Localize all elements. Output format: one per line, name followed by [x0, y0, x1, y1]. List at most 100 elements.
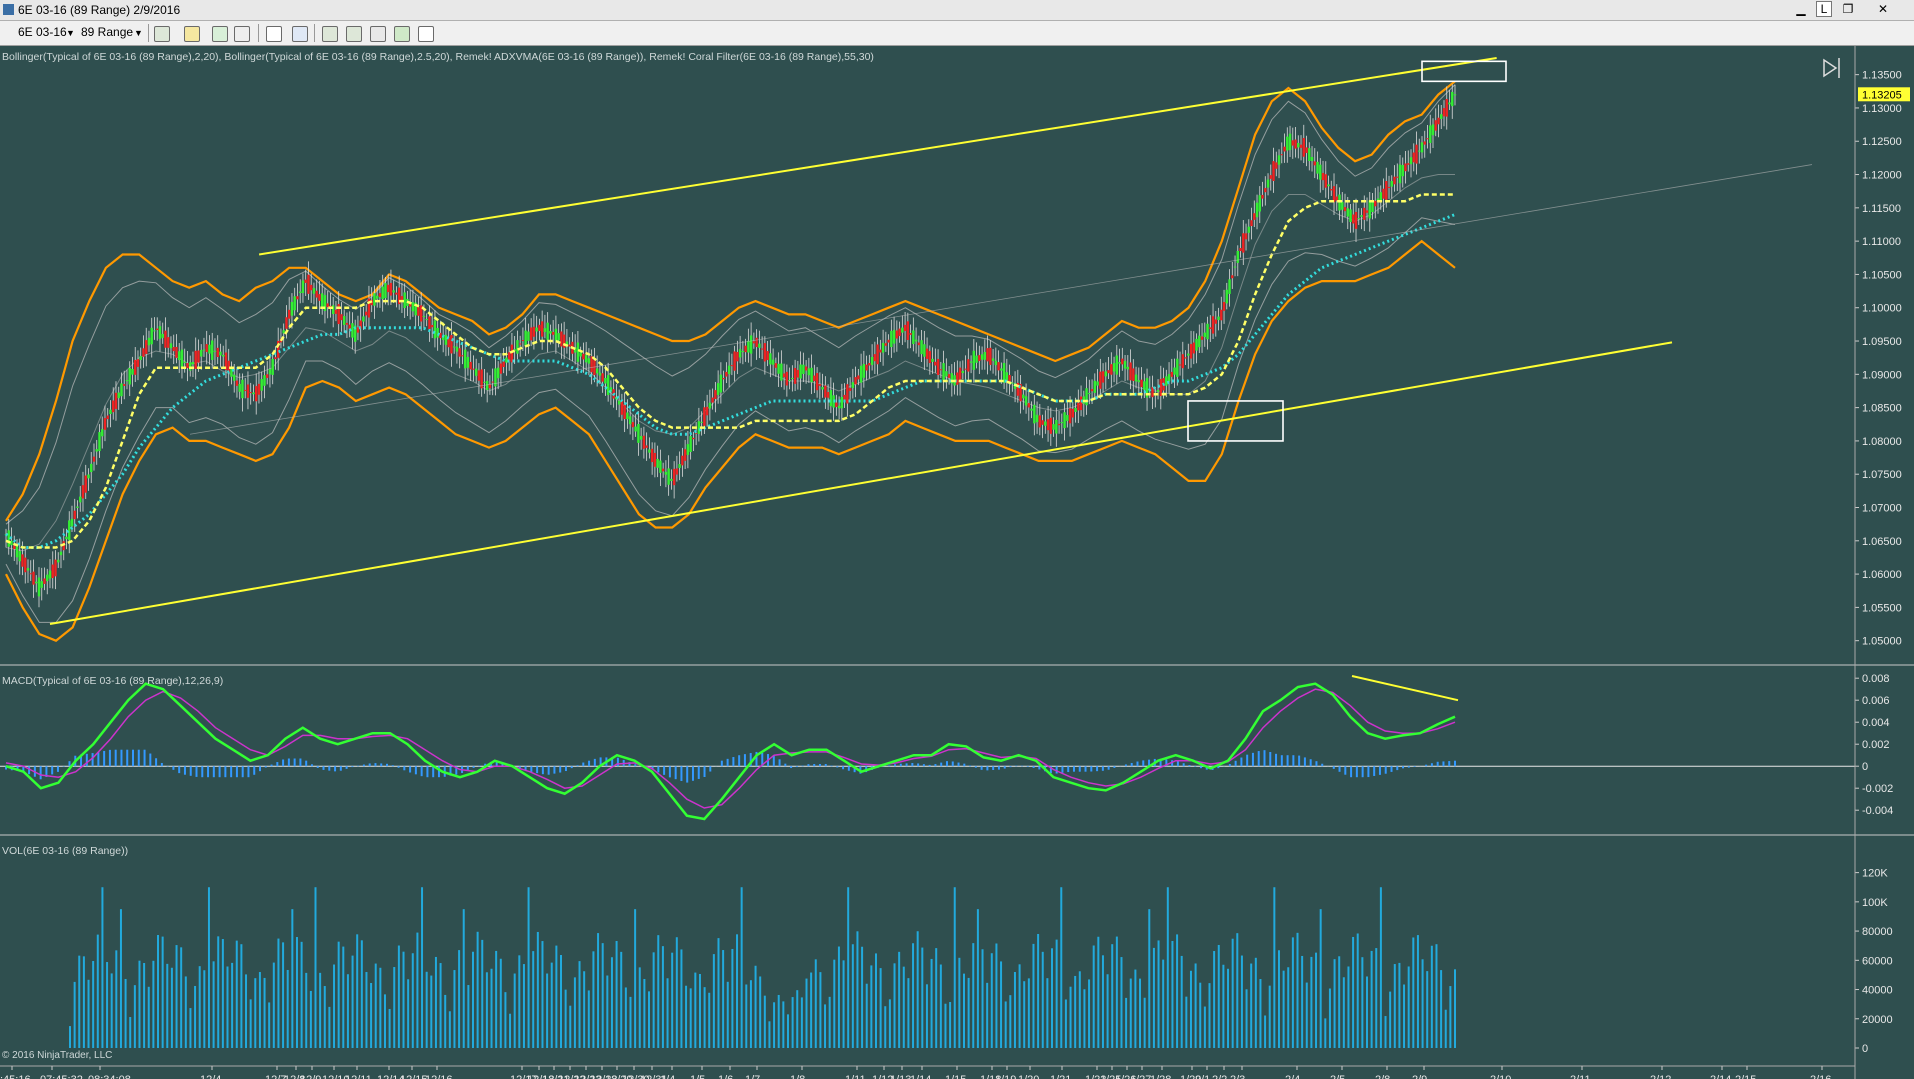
price-tick-label: 1.12000: [1862, 170, 1902, 182]
volume-bar: [430, 975, 433, 1048]
volume-bar: [944, 1003, 947, 1048]
volume-panel[interactable]: 120K 100K 80000 60000 40000 20000 0 VOL(6E 03-1…: [2, 845, 1893, 1061]
volume-bar: [411, 953, 414, 1048]
candle-body: [631, 422, 635, 428]
macd-histogram-bar: [374, 763, 377, 767]
macd-histogram-bar: [1188, 765, 1191, 767]
candle-body: [1434, 120, 1437, 131]
eraser-icon[interactable]: [234, 26, 250, 42]
chart-svg[interactable]: 1.13500 1.13000 1.12500 1.12000 1.11500 1.110…: [0, 46, 1914, 1079]
volume-bar: [726, 981, 729, 1048]
macd-histogram-bar: [1263, 750, 1266, 767]
macd-panel[interactable]: 0.008 0.006 0.004 0.002 0 -0.002 -0.004 MACD(Ty…: [0, 673, 1893, 821]
candle-body: [813, 375, 816, 382]
volume-bar: [73, 981, 76, 1048]
candle-body: [106, 415, 109, 420]
chart-area[interactable]: 1.13500 1.13000 1.12500 1.12000 1.11500 1.110…: [0, 46, 1914, 1079]
candle-body: [257, 383, 261, 395]
highlight-box-top: [1421, 60, 1507, 83]
indicators-icon[interactable]: [346, 26, 362, 42]
volume-bar: [828, 996, 831, 1048]
volume-bar: [870, 965, 873, 1048]
volume-bar: [407, 979, 410, 1048]
period-selector[interactable]: 89 Range: [81, 25, 133, 39]
price-panel[interactable]: 1.13500 1.13000 1.12500 1.12000 1.11500 1.110…: [2, 51, 1910, 648]
macd-histogram-bar: [743, 754, 746, 767]
volume-bar: [393, 967, 396, 1048]
candle-body: [568, 344, 571, 347]
volume-bar: [981, 949, 984, 1048]
candle-body: [1107, 370, 1110, 374]
candle-body: [656, 458, 659, 468]
volume-bar: [92, 961, 95, 1048]
volume-bar: [161, 936, 164, 1048]
candle-body: [961, 370, 965, 374]
candle-body: [1242, 233, 1245, 253]
properties-icon[interactable]: [322, 26, 338, 42]
macd-histogram-bar: [951, 761, 954, 767]
close-button[interactable]: ✕: [1870, 1, 1896, 18]
link-button[interactable]: L: [1816, 1, 1832, 17]
volume-bar: [1092, 945, 1095, 1048]
time-tick-label: 2/12: [1650, 1074, 1671, 1079]
candle-body: [1088, 393, 1091, 395]
drawing-tool-icon[interactable]: [184, 26, 200, 42]
pin-icon[interactable]: [212, 26, 228, 42]
macd-histogram-bar: [316, 766, 319, 768]
minimize-button[interactable]: ▁: [1788, 1, 1814, 18]
candle-body: [1338, 194, 1341, 211]
chevron-down-icon[interactable]: ▼: [66, 28, 75, 38]
macd-histogram-bar: [980, 766, 983, 770]
candle-body: [13, 545, 16, 550]
candle-body: [483, 381, 486, 383]
candle-body: [659, 460, 662, 473]
candle-body: [793, 368, 797, 384]
macd-histogram-bar: [899, 763, 902, 767]
macd-histogram-bar: [1303, 757, 1306, 767]
time-tick-label: 2/3: [1230, 1074, 1245, 1079]
candle-body: [1060, 422, 1064, 424]
bar-type-icon[interactable]: [154, 26, 170, 42]
candle-body: [392, 290, 395, 293]
candle-body: [1396, 176, 1399, 178]
template-icon[interactable]: [418, 26, 434, 42]
volume-bar: [1301, 955, 1304, 1048]
candle-body: [208, 344, 211, 354]
volume-bar: [972, 943, 975, 1048]
chevron-down-icon[interactable]: ▼: [134, 28, 143, 38]
macd-histogram-bar: [420, 766, 423, 777]
volume-bar: [485, 972, 488, 1048]
candle-body: [967, 359, 970, 372]
candle-body: [925, 348, 929, 359]
volume-bar: [935, 948, 938, 1048]
candle-body: [178, 351, 181, 361]
volume-bar: [1296, 932, 1299, 1048]
instrument-selector[interactable]: 6E 03-16: [18, 25, 67, 39]
crosshair-icon[interactable]: [266, 26, 282, 42]
candle-body: [1195, 338, 1198, 351]
volume-bar: [1426, 971, 1429, 1048]
volume-bar: [1120, 957, 1123, 1048]
candle-body: [123, 384, 126, 386]
candle-body: [139, 356, 142, 361]
candle-body: [1187, 353, 1190, 356]
restore-button[interactable]: ❐: [1835, 1, 1861, 18]
volume-bar: [958, 957, 961, 1048]
time-tick-label: 1/7: [745, 1074, 760, 1079]
volume-bar: [930, 958, 933, 1048]
candle-body: [923, 344, 926, 357]
volume-bar: [712, 954, 715, 1048]
volume-bar: [1051, 948, 1054, 1048]
zoom-icon[interactable]: [292, 26, 308, 42]
time-tick-label: 2/10: [1490, 1074, 1511, 1079]
strategies-icon[interactable]: [370, 26, 386, 42]
volume-bar: [96, 934, 99, 1048]
volume-bar: [356, 934, 359, 1048]
candle-body: [733, 351, 736, 371]
candle-body: [983, 351, 987, 360]
data-box-icon[interactable]: [394, 26, 410, 42]
candle-body: [249, 392, 252, 394]
candle-body: [714, 390, 717, 400]
scroll-end-icon[interactable]: [1823, 58, 1840, 78]
volume-bar: [796, 990, 799, 1048]
